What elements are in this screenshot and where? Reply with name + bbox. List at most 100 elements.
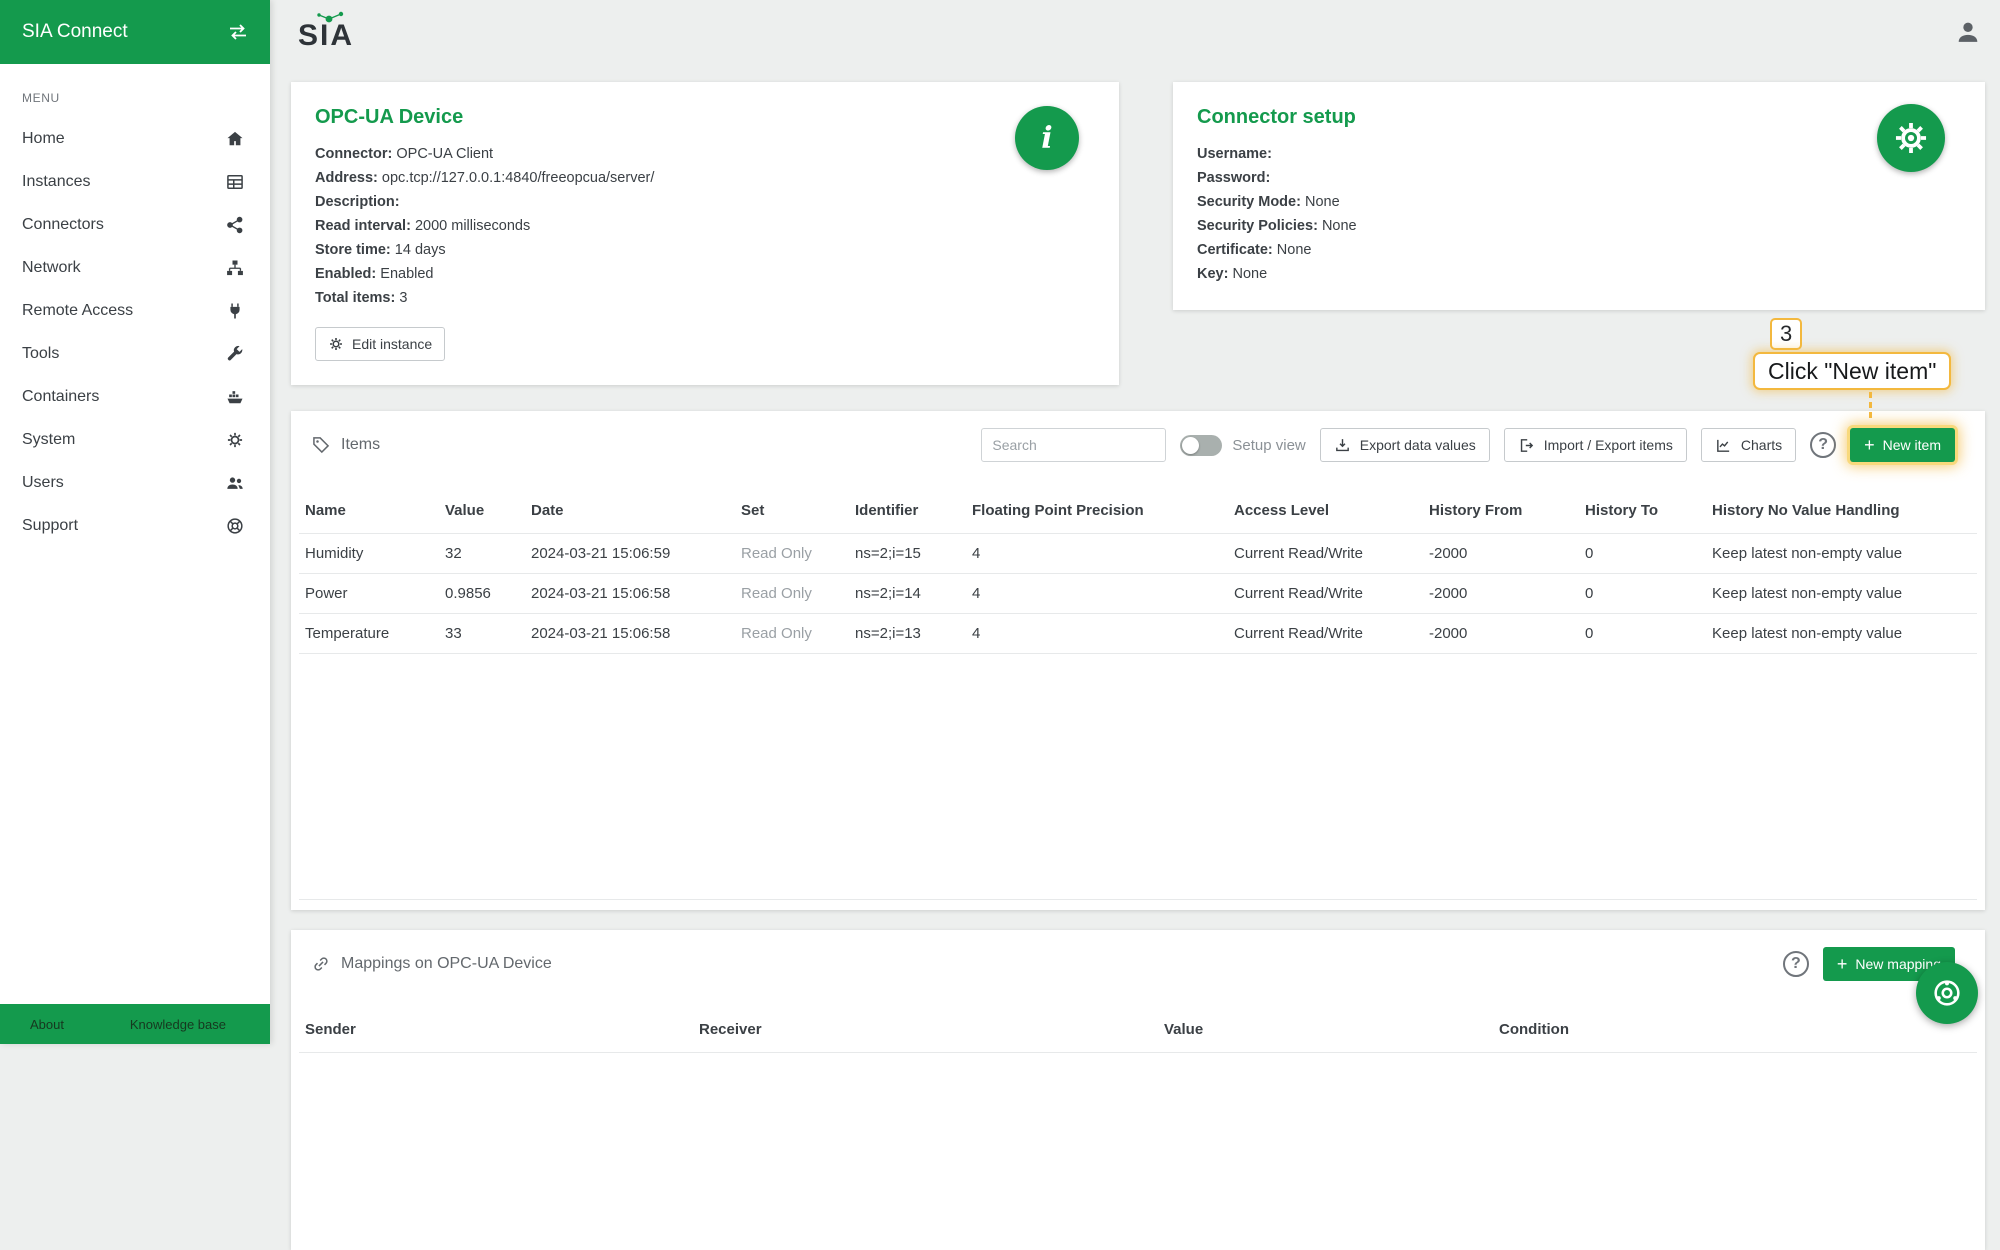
users-icon: [225, 473, 245, 493]
mappings-table: Sender Receiver Value Condition: [299, 1008, 1977, 1053]
device-field: Connector OPC-UA Client: [315, 142, 1095, 166]
sidebar-item-instances[interactable]: Instances: [0, 160, 270, 203]
table-row[interactable]: Power 0.9856 2024-03-21 15:06:58 Read On…: [299, 574, 1977, 614]
knowledge-base-link[interactable]: Knowledge base: [130, 1017, 226, 1032]
sidebar-item-remote-access[interactable]: Remote Access: [0, 289, 270, 332]
column-header: Floating Point Precision: [966, 489, 1228, 534]
connector-card-title: Connector setup: [1197, 106, 1961, 129]
charts-button[interactable]: Charts: [1701, 428, 1796, 462]
support-icon: [225, 516, 245, 536]
plus-icon: +: [1864, 436, 1875, 454]
annotation-step-number: 3: [1770, 318, 1802, 350]
sidebar-item-connectors[interactable]: Connectors: [0, 203, 270, 246]
column-header: History To: [1579, 489, 1706, 534]
sidebar-item-tools[interactable]: Tools: [0, 332, 270, 375]
column-header: Identifier: [849, 489, 966, 534]
toggle-knob: [1182, 437, 1199, 454]
gear-icon: [1892, 119, 1930, 157]
sidebar-item-system[interactable]: System: [0, 418, 270, 461]
mappings-help-icon[interactable]: ?: [1783, 951, 1809, 977]
column-header: Value: [1158, 1008, 1493, 1053]
support-fab-button[interactable]: [1916, 962, 1978, 1024]
setup-view-label: Setup view: [1232, 437, 1305, 454]
sidebar-item-label: Connectors: [22, 216, 104, 234]
device-field: Description: [315, 190, 1095, 214]
column-header: Receiver: [693, 1008, 1158, 1053]
column-header: Access Level: [1228, 489, 1423, 534]
svg-text:SIA: SIA: [298, 19, 354, 52]
network-icon: [225, 258, 245, 278]
table-row[interactable]: Temperature 33 2024-03-21 15:06:58 Read …: [299, 614, 1977, 654]
remote-access-icon: [225, 301, 245, 321]
column-header: Set: [735, 489, 849, 534]
device-card: OPC-UA Device Connector OPC-UA Client Ad…: [291, 82, 1119, 385]
device-card-title: OPC-UA Device: [315, 106, 1095, 129]
link-icon: [311, 954, 331, 974]
column-header: Condition: [1493, 1008, 1977, 1053]
sidebar-item-label: Support: [22, 517, 78, 535]
sidebar-footer: About Knowledge base: [0, 1004, 270, 1044]
collapse-sidebar-icon[interactable]: [226, 20, 250, 44]
user-account-icon[interactable]: [1954, 18, 1982, 46]
device-field: Read interval 2000 milliseconds: [315, 214, 1095, 238]
column-header: Sender: [299, 1008, 693, 1053]
sidebar-item-support[interactable]: Support: [0, 504, 270, 547]
import-export-items-button[interactable]: Import / Export items: [1504, 428, 1687, 462]
sidebar-item-home[interactable]: Home: [0, 117, 270, 160]
connector-field: Security Policies None: [1197, 214, 1961, 238]
items-help-icon[interactable]: ?: [1810, 432, 1836, 458]
tools-icon: [225, 344, 245, 364]
device-info-button[interactable]: i: [1015, 106, 1079, 170]
containers-icon: [225, 387, 245, 407]
search-input[interactable]: [981, 428, 1166, 462]
sidebar-item-label: Tools: [22, 345, 59, 363]
plus-icon: +: [1837, 955, 1848, 973]
sidebar-item-containers[interactable]: Containers: [0, 375, 270, 418]
column-header: History From: [1423, 489, 1579, 534]
edit-instance-button[interactable]: Edit instance: [315, 327, 445, 361]
tag-icon: [311, 435, 331, 455]
items-panel: Items Setup view Export data values Impo…: [291, 411, 1985, 910]
column-header: Name: [299, 489, 439, 534]
sidebar-item-network[interactable]: Network: [0, 246, 270, 289]
new-item-button[interactable]: + New item: [1850, 428, 1955, 462]
sidebar-item-label: Instances: [22, 173, 90, 191]
items-table: Name Value Date Set Identifier Floating …: [299, 489, 1977, 654]
connector-setup-card: Connector setup Username Password Securi…: [1173, 82, 1985, 310]
connector-field: Username: [1197, 142, 1961, 166]
sidebar-item-label: System: [22, 431, 75, 449]
info-icon: i: [1041, 121, 1052, 156]
device-field: Enabled Enabled: [315, 262, 1095, 286]
system-icon: [225, 430, 245, 450]
sidebar-item-label: Network: [22, 259, 81, 277]
connector-field: Password: [1197, 166, 1961, 190]
app-name: SIA Connect: [22, 21, 128, 43]
setup-view-toggle[interactable]: [1180, 435, 1222, 456]
sidebar-item-label: Users: [22, 474, 64, 492]
home-icon: [225, 129, 245, 149]
sidebar-header: SIA Connect: [0, 0, 270, 64]
items-table-bottom-divider: [299, 899, 1977, 900]
device-field: Address opc.tcp://127.0.0.1:4840/freeopc…: [315, 166, 1095, 190]
about-link[interactable]: About: [30, 1017, 64, 1032]
sidebar-item-label: Containers: [22, 388, 99, 406]
device-field: Total items 3: [315, 286, 1095, 310]
menu-section-label: MENU: [0, 64, 270, 117]
sia-logo: SIA: [296, 9, 370, 55]
chart-icon: [1715, 437, 1732, 454]
export-data-values-button[interactable]: Export data values: [1320, 428, 1490, 462]
connector-settings-button[interactable]: [1877, 104, 1945, 172]
gear-icon: [328, 336, 344, 352]
column-header: Value: [439, 489, 525, 534]
sidebar-item-label: Home: [22, 130, 65, 148]
sidebar-item-users[interactable]: Users: [0, 461, 270, 504]
sidebar-item-label: Remote Access: [22, 302, 133, 320]
mappings-panel: Mappings on OPC-UA Device ? + New mappin…: [291, 930, 1985, 1250]
table-row[interactable]: Humidity 32 2024-03-21 15:06:59 Read Onl…: [299, 534, 1977, 574]
import-export-icon: [1518, 437, 1535, 454]
mappings-panel-title: Mappings on OPC-UA Device: [311, 954, 552, 974]
download-icon: [1334, 437, 1351, 454]
annotation-tooltip: Click "New item": [1753, 352, 1951, 390]
items-table-header: Name Value Date Set Identifier Floating …: [299, 489, 1977, 534]
sidebar: SIA Connect MENU Home Instances Connecto…: [0, 0, 270, 1044]
